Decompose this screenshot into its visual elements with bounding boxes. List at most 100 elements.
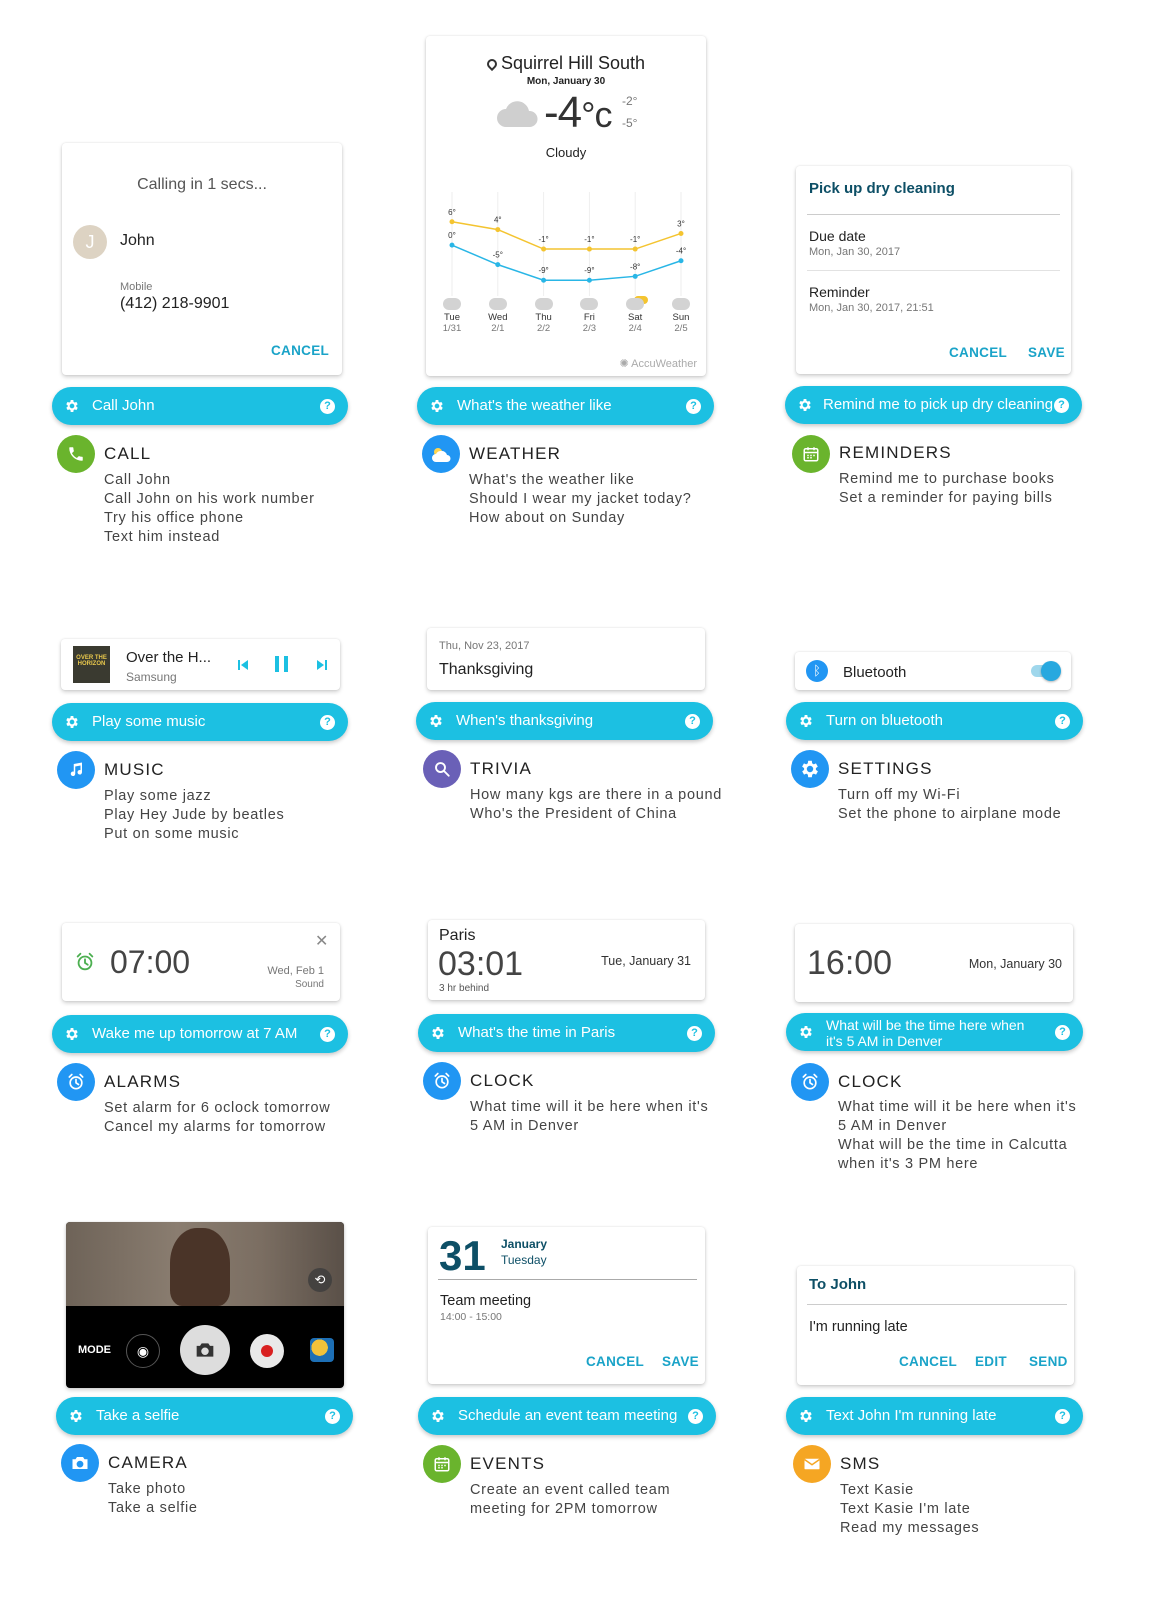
bluetooth-toggle[interactable] [1031, 661, 1061, 681]
example-item[interactable]: Create an event called team [470, 1481, 670, 1500]
category-title: TRIVIA [470, 759, 532, 778]
help-icon[interactable]: ? [1055, 714, 1070, 729]
day-date: 1/31 [442, 323, 462, 334]
example-item[interactable]: Call John on his work number [104, 490, 315, 509]
data-label: 4° [494, 216, 502, 225]
switch-camera-icon[interactable]: ⟲ [308, 1268, 332, 1292]
example-item[interactable]: What's the weather like [469, 471, 692, 490]
calendar-icon [423, 1445, 461, 1483]
example-item[interactable]: Remind me to purchase books [839, 470, 1055, 489]
temp-low: -5° [622, 116, 638, 130]
cancel-button[interactable]: CANCEL [586, 1354, 644, 1369]
example-item[interactable]: What time will it be here when it's [470, 1098, 708, 1117]
close-icon[interactable]: ✕ [315, 931, 328, 951]
day-name: Sat [628, 312, 643, 323]
example-item[interactable]: Cancel my alarms for tomorrow [104, 1118, 330, 1137]
example-item[interactable]: Set a reminder for paying bills [839, 489, 1055, 508]
help-icon[interactable]: ? [685, 714, 700, 729]
query-events[interactable]: Schedule an event team meeting ? [418, 1397, 716, 1435]
data-label: -8° [630, 262, 640, 271]
next-icon[interactable] [316, 658, 328, 670]
examples-list: Call John Call John on his work number T… [104, 471, 315, 547]
example-item[interactable]: 5 AM in Denver [838, 1117, 1076, 1136]
effects-icon[interactable]: ◉ [126, 1334, 160, 1368]
query-alarms[interactable]: Wake me up tomorrow at 7 AM ? [52, 1015, 348, 1053]
trivia-date: Thu, Nov 23, 2017 [439, 640, 530, 652]
cancel-button[interactable]: CANCEL [271, 343, 329, 358]
help-icon[interactable]: ? [320, 715, 335, 730]
help-icon[interactable]: ? [1054, 398, 1069, 413]
alarm-time: 07:00 [110, 944, 191, 980]
example-item[interactable]: Who's the President of China [470, 805, 722, 824]
gear-icon [430, 1025, 446, 1041]
example-item[interactable]: Take photo [108, 1480, 198, 1499]
query-sms[interactable]: Text John I'm running late ? [786, 1397, 1083, 1435]
example-item[interactable]: when it's 3 PM here [838, 1155, 1076, 1174]
example-item[interactable]: What time will it be here when it's [838, 1098, 1076, 1117]
cloud-snow-icon [580, 298, 599, 310]
record-button[interactable] [250, 1334, 284, 1368]
example-item[interactable]: Should I wear my jacket today? [469, 490, 692, 509]
help-icon[interactable]: ? [686, 399, 701, 414]
query-music[interactable]: Play some music ? [52, 703, 348, 741]
query-clock-paris[interactable]: What's the time in Paris ? [418, 1014, 715, 1052]
help-icon[interactable]: ? [1055, 1025, 1070, 1040]
help-icon[interactable]: ? [688, 1409, 703, 1424]
event-month: January [501, 1237, 548, 1251]
location: Squirrel Hill South [426, 53, 706, 74]
query-camera[interactable]: Take a selfie ? [56, 1397, 353, 1435]
contact-name: John [120, 232, 155, 249]
gallery-thumbnail[interactable] [310, 1338, 334, 1362]
accuweather-icon: ✺ [619, 358, 632, 370]
example-item[interactable]: Text Kasie [840, 1481, 979, 1500]
example-item[interactable]: Text him instead [104, 528, 315, 547]
forecast-chart: 6° 4° -1° -1° -1° 3° 0° -5° -9° -9° -8° -4° [448, 192, 686, 296]
series-line [451, 244, 682, 281]
example-item[interactable]: What will be the time in Calcutta [838, 1136, 1076, 1155]
city-date: Tue, January 31 [601, 954, 691, 968]
previous-icon[interactable] [237, 658, 249, 670]
example-item[interactable]: Play some jazz [104, 787, 284, 806]
example-item[interactable]: Text Kasie I'm late [840, 1500, 979, 1519]
query-clock-denver[interactable]: What will be the time here when it's 5 A… [786, 1013, 1083, 1051]
help-icon[interactable]: ? [687, 1026, 702, 1041]
mode-label[interactable]: MODE [78, 1344, 111, 1356]
example-item[interactable]: Set the phone to airplane mode [838, 805, 1061, 824]
query-weather[interactable]: What's the weather like ? [417, 387, 714, 425]
example-item[interactable]: Put on some music [104, 825, 284, 844]
event-weekday: Tuesday [501, 1253, 547, 1267]
cancel-button[interactable]: CANCEL [949, 345, 1007, 360]
data-point [449, 219, 455, 225]
example-item[interactable]: Set alarm for 6 oclock tomorrow [104, 1099, 330, 1118]
help-icon[interactable]: ? [320, 399, 335, 414]
pause-icon[interactable] [274, 655, 290, 673]
example-item[interactable]: Call John [104, 471, 315, 490]
example-item[interactable]: Try his office phone [104, 509, 315, 528]
example-item[interactable]: Read my messages [840, 1519, 979, 1538]
send-button[interactable]: SEND [1029, 1354, 1068, 1369]
day-date: 2/2 [536, 323, 551, 334]
temp-high: -2° [622, 94, 638, 108]
example-item[interactable]: How about on Sunday [469, 509, 692, 528]
example-item[interactable]: Take a selfie [108, 1499, 198, 1518]
help-icon[interactable]: ? [1055, 1409, 1070, 1424]
forecast-day: Sun 2/5 [661, 298, 701, 334]
save-button[interactable]: SAVE [1028, 345, 1065, 360]
query-reminders[interactable]: Remind me to pick up dry cleaning ? [785, 386, 1082, 424]
cancel-button[interactable]: CANCEL [899, 1354, 957, 1369]
example-item[interactable]: Play Hey Jude by beatles [104, 806, 284, 825]
example-item[interactable]: 5 AM in Denver [470, 1117, 708, 1136]
example-item[interactable]: How many kgs are there in a pound [470, 786, 722, 805]
series-line [451, 221, 682, 250]
shutter-button[interactable] [180, 1325, 230, 1375]
example-item[interactable]: Turn off my Wi-Fi [838, 786, 1061, 805]
save-button[interactable]: SAVE [662, 1354, 699, 1369]
query-trivia[interactable]: When's thanksgiving ? [416, 702, 713, 740]
edit-button[interactable]: EDIT [975, 1354, 1007, 1369]
help-icon[interactable]: ? [320, 1027, 335, 1042]
query-call[interactable]: Call John ? [52, 387, 348, 425]
query-settings[interactable]: Turn on bluetooth ? [786, 702, 1083, 740]
example-item[interactable]: meeting for 2PM tomorrow [470, 1500, 670, 1519]
help-icon[interactable]: ? [325, 1409, 340, 1424]
event-card: 31 January Tuesday Team meeting 14:00 - … [428, 1227, 705, 1384]
